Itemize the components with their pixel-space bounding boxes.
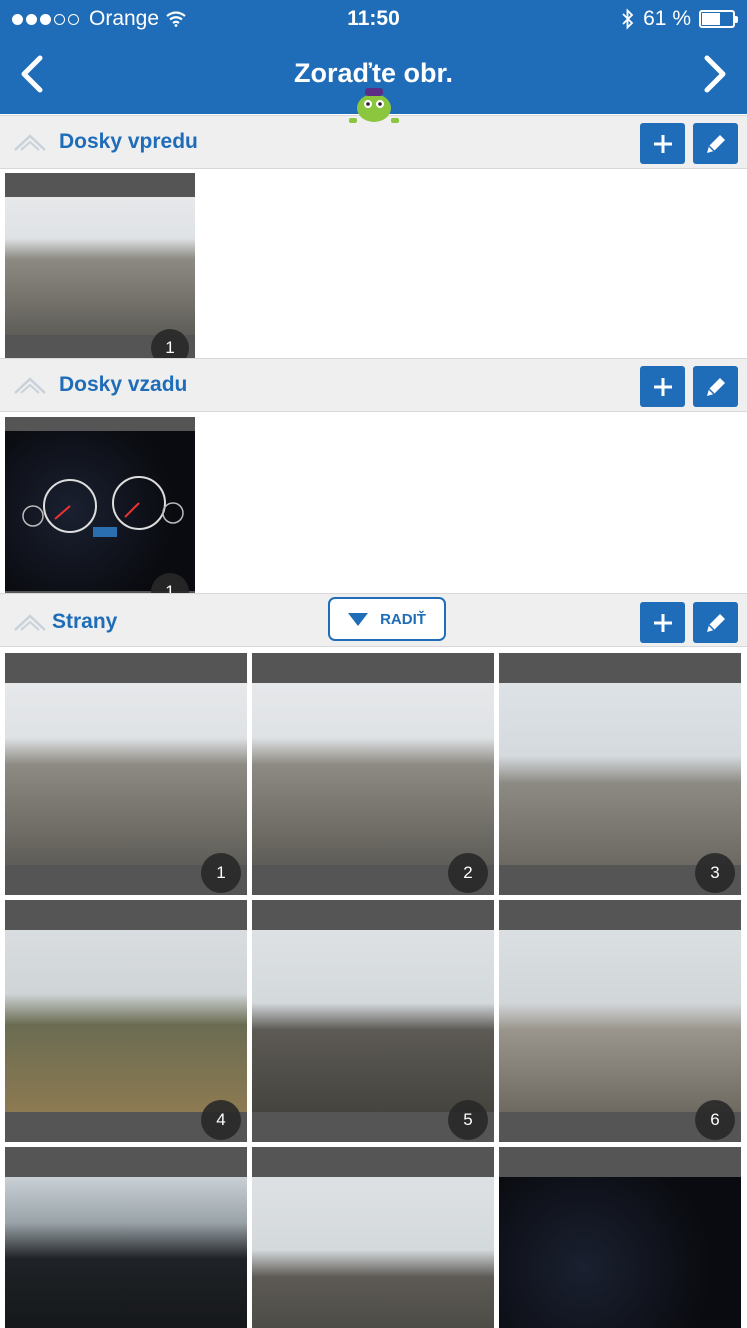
edit-section-button[interactable] — [693, 366, 738, 407]
road-view-photo — [252, 1177, 494, 1328]
edit-section-button[interactable] — [693, 123, 738, 164]
chevron-up-icon[interactable] — [13, 132, 47, 152]
chevron-right-icon — [704, 55, 726, 93]
section-title: Dosky vpredu — [59, 130, 198, 153]
photo-thumbnail[interactable] — [252, 1147, 494, 1328]
pencil-icon — [706, 377, 725, 396]
photo-number-badge: 4 — [201, 1100, 241, 1140]
road-photo — [252, 930, 494, 1112]
section-header-sides: Strany RADIŤ — [0, 593, 747, 647]
edit-section-button[interactable] — [693, 602, 738, 643]
car-photo — [252, 683, 494, 865]
photo-thumbnail[interactable]: 1 — [5, 417, 195, 603]
battery-icon — [699, 10, 738, 28]
interior-photo — [5, 1177, 247, 1328]
pencil-icon — [706, 613, 725, 632]
gauges-icon — [22, 476, 184, 537]
plus-icon — [653, 134, 672, 153]
car-photo — [5, 683, 247, 865]
plus-icon — [653, 613, 672, 632]
photo-thumbnail[interactable]: 1 — [5, 173, 195, 359]
photo-thumbnail[interactable]: 3 — [499, 653, 741, 895]
field-photo — [5, 930, 247, 1112]
mascot-icon — [349, 88, 399, 123]
battery-percent: 61 % — [643, 7, 691, 30]
section-header-rear: Dosky vzadu — [0, 358, 747, 412]
app-screen: Orange 11:50 61 % Zoraďte obr. Dosky vpr… — [0, 0, 747, 1328]
photo-number-badge: 5 — [448, 1100, 488, 1140]
section-title: Dosky vzadu — [59, 373, 188, 396]
bluetooth-icon — [622, 8, 634, 30]
dashboard-photo — [5, 431, 195, 591]
add-photo-button[interactable] — [640, 366, 685, 407]
add-photo-button[interactable] — [640, 602, 685, 643]
photo-number-badge: 2 — [448, 853, 488, 893]
plus-icon — [653, 377, 672, 396]
triangle-down-icon — [348, 612, 369, 626]
photo-number-badge: 3 — [695, 853, 735, 893]
photo-thumbnail[interactable]: 5 — [252, 900, 494, 1142]
photo-thumbnail[interactable]: 6 — [499, 900, 741, 1142]
photo-number-badge: 6 — [695, 1100, 735, 1140]
instrument-cluster-photo — [499, 1177, 741, 1328]
photo-number-badge: 1 — [201, 853, 241, 893]
photo-number-badge: 1 — [151, 329, 189, 359]
sort-button[interactable]: RADIŤ — [328, 597, 446, 641]
next-button[interactable] — [691, 52, 735, 96]
building-photo — [499, 683, 741, 865]
car-photo — [5, 197, 195, 335]
photo-thumbnail[interactable]: 2 — [252, 653, 494, 895]
pencil-icon — [706, 134, 725, 153]
chevron-up-icon[interactable] — [13, 612, 47, 632]
photo-thumbnail[interactable]: 1 — [5, 653, 247, 895]
add-photo-button[interactable] — [640, 123, 685, 164]
section-title: Strany — [52, 610, 118, 633]
chevron-up-icon[interactable] — [13, 375, 47, 395]
status-right: 61 % — [621, 7, 738, 31]
status-bar: Orange 11:50 61 % — [0, 0, 747, 40]
photo-thumbnail[interactable]: 4 — [5, 900, 247, 1142]
photo-thumbnail[interactable] — [499, 1147, 741, 1328]
photo-thumbnail[interactable] — [5, 1147, 247, 1328]
sort-label: RADIŤ — [380, 610, 426, 628]
parking-lot-photo — [499, 930, 741, 1112]
